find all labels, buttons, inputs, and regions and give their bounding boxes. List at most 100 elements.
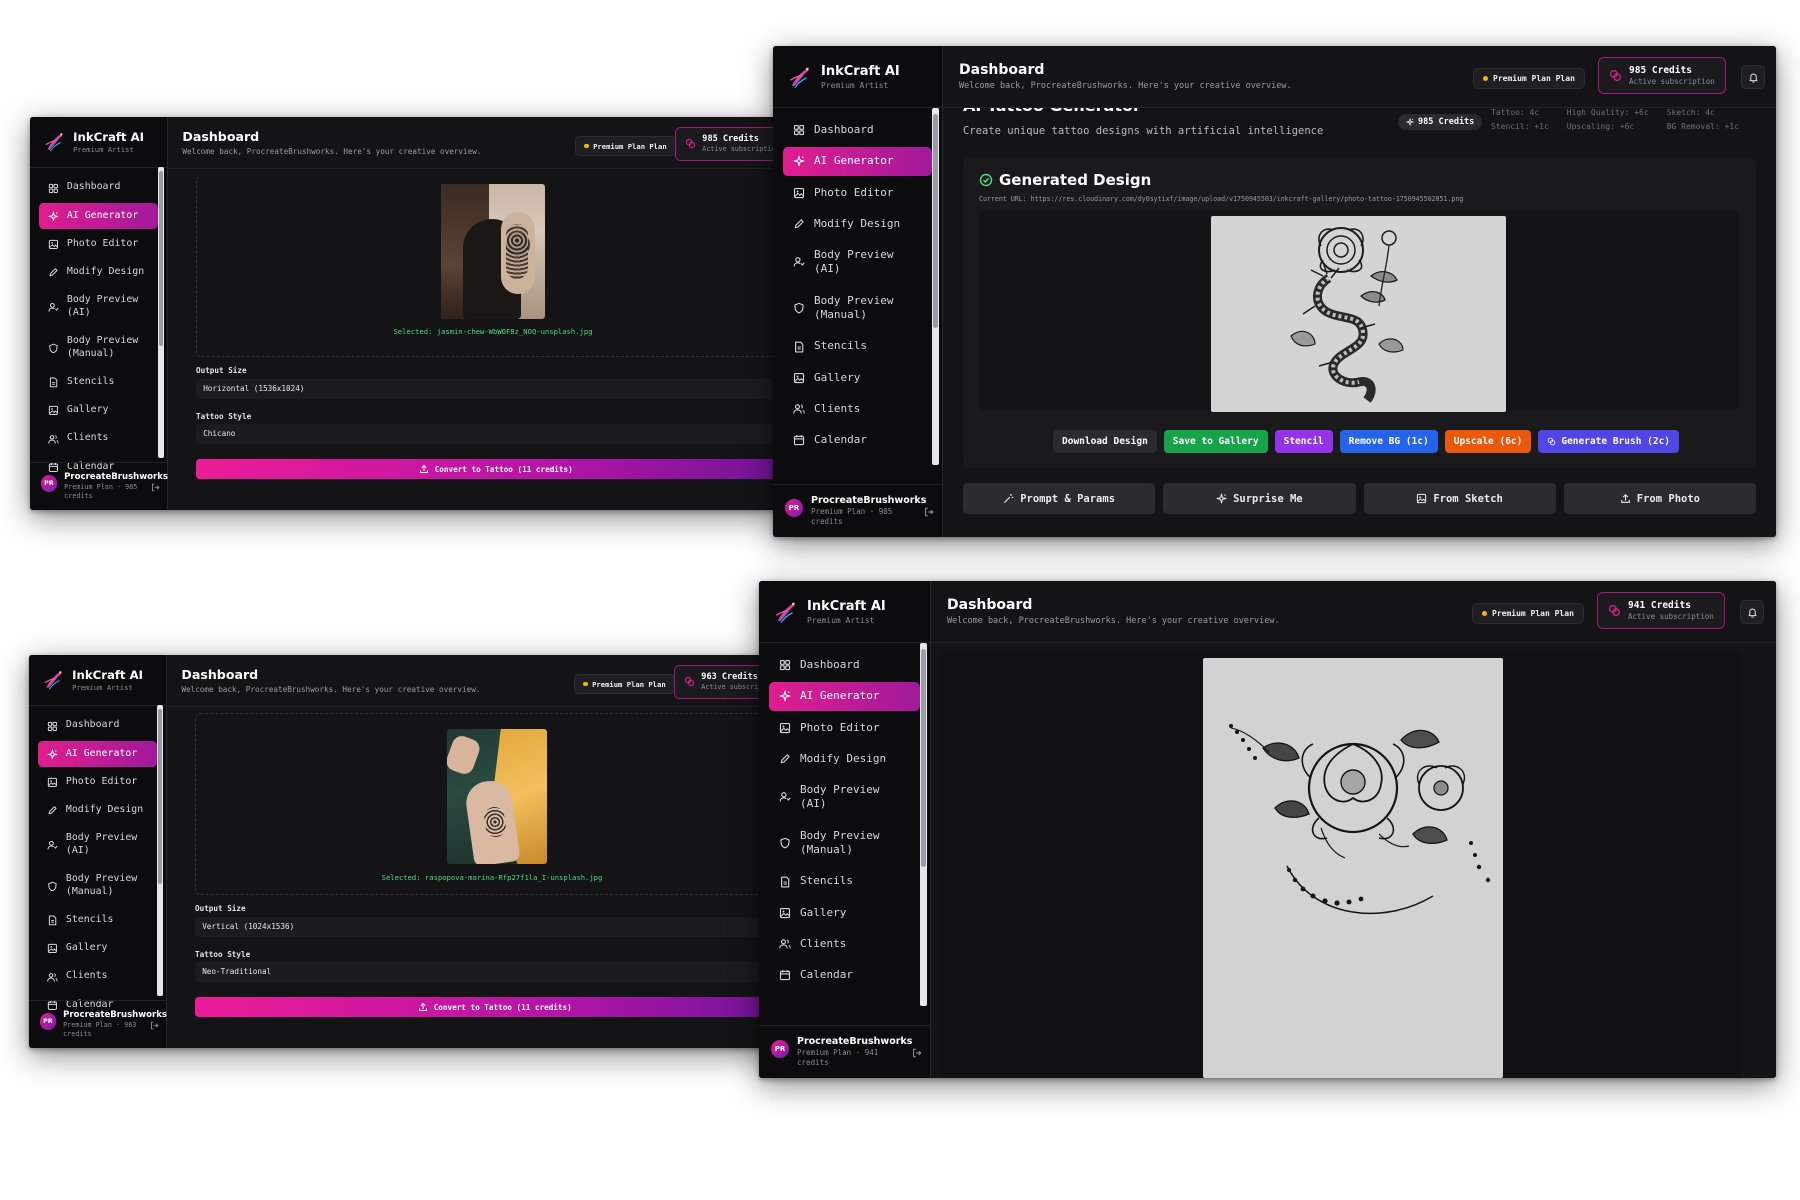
sidebar-item-calendar[interactable]: Calendar <box>769 961 920 989</box>
notifications-button[interactable] <box>1740 600 1764 624</box>
sidebar-item-clients[interactable]: Clients <box>769 930 920 958</box>
sidebar-item-ai-generator[interactable]: AI Generator <box>38 741 157 767</box>
sidebar-item-modify-design[interactable]: Modify Design <box>769 745 920 773</box>
tab-from-sketch[interactable]: From Sketch <box>1363 483 1556 514</box>
tattoo-style-select[interactable]: Neo-Traditional <box>195 962 779 982</box>
app-name: InkCraft AI <box>821 63 900 79</box>
sidebar-item-label: Gallery <box>800 905 847 919</box>
save-to-gallery-button[interactable]: Save to Gallery <box>1163 430 1268 453</box>
app-window-2: InkCraft AI Premium Artist Dashboard AI G… <box>773 46 1776 537</box>
app-name: InkCraft AI <box>72 667 143 682</box>
file-icon <box>47 915 58 926</box>
remove-bg-button[interactable]: Remove BG (1c) <box>1339 430 1438 453</box>
sidebar-item-label: Photo Editor <box>65 775 138 787</box>
sidebar-item-gallery[interactable]: Gallery <box>39 398 158 423</box>
user-check-icon <box>793 256 805 268</box>
sidebar-item-body-preview-manual[interactable]: Body Preview (Manual) <box>39 329 158 367</box>
sidebar-item-modify-design[interactable]: Modify Design <box>39 260 158 285</box>
logout-icon[interactable] <box>924 507 934 517</box>
selected-filename: Selected: raspopova-marina-Rfp27f1la_I-u… <box>381 873 603 882</box>
sidebar-item-dashboard[interactable]: Dashboard <box>38 713 157 738</box>
sidebar-item-ai-generator[interactable]: AI Generator <box>39 203 158 229</box>
sidebar-scrollbar[interactable] <box>158 167 165 458</box>
sparkle-icon <box>779 690 791 702</box>
sidebar-item-calendar[interactable]: Calendar <box>783 426 932 454</box>
user-name: ProcreateBrushworks <box>64 471 168 482</box>
sidebar-item-gallery[interactable]: Gallery <box>38 936 157 961</box>
sidebar-item-body-preview-manual[interactable]: Body Preview (Manual) <box>38 867 157 905</box>
sidebar-item-stencils[interactable]: Stencils <box>769 867 920 895</box>
sidebar-item-modify-design[interactable]: Modify Design <box>38 798 157 823</box>
upscale-button[interactable]: Upscale (6c) <box>1444 430 1532 453</box>
tab-surprise-me[interactable]: Surprise Me <box>1163 483 1356 514</box>
sidebar-item-clients[interactable]: Clients <box>39 426 158 451</box>
credits-badge[interactable]: 985 Credits Active subscription <box>675 127 780 161</box>
sidebar-item-label: Body Preview (Manual) <box>65 873 138 897</box>
logout-icon[interactable] <box>912 1048 922 1058</box>
credits-badge[interactable]: 985 Credits Active subscription <box>1598 57 1726 94</box>
stencil-button[interactable]: Stencil <box>1274 430 1333 453</box>
upload-icon <box>1620 493 1631 504</box>
logout-icon[interactable] <box>150 1021 159 1030</box>
dragon-peony-tattoo <box>1290 227 1404 403</box>
output-size-select[interactable]: Horizontal (1536x1024) <box>196 379 780 399</box>
sidebar-item-ai-generator[interactable]: AI Generator <box>783 147 932 176</box>
sidebar-item-stencils[interactable]: Stencils <box>39 370 158 395</box>
credits-badge[interactable]: 941 Credits Active subscription <box>1597 592 1725 629</box>
sidebar-scrollbar[interactable] <box>932 108 939 465</box>
wand-icon <box>1003 493 1014 504</box>
plan-badge: Premium Plan Plan <box>574 674 675 694</box>
sidebar-item-body-preview-ai[interactable]: Body Preview (AI) <box>783 241 932 284</box>
tab-prompt-params[interactable]: Prompt & Params <box>963 483 1156 514</box>
user-name: ProcreateBrushworks <box>63 1009 167 1020</box>
sidebar-scrollbar[interactable] <box>920 643 927 1006</box>
current-url: Current URL: https://res.cloudinary.com/… <box>979 195 1464 203</box>
sidebar-item-label: Body Preview (AI) <box>800 783 880 811</box>
logout-icon[interactable] <box>151 483 160 492</box>
sidebar-item-photo-editor[interactable]: Photo Editor <box>38 769 157 794</box>
notifications-button[interactable] <box>1741 65 1765 89</box>
sidebar-item-label: Stencils <box>66 376 115 388</box>
sidebar-scrollbar[interactable] <box>157 705 164 996</box>
download-design-button[interactable]: Download Design <box>1053 430 1157 453</box>
sidebar-item-label: Dashboard <box>814 123 874 136</box>
sidebar-item-dashboard[interactable]: Dashboard <box>769 651 920 679</box>
sidebar-item-gallery[interactable]: Gallery <box>783 364 932 392</box>
sidebar-item-label: Body Preview (AI) <box>65 832 138 856</box>
sidebar-item-label: Photo Editor <box>66 237 139 249</box>
sidebar-item-dashboard[interactable]: Dashboard <box>783 116 932 144</box>
sidebar-item-photo-editor[interactable]: Photo Editor <box>783 179 932 207</box>
sidebar-item-body-preview-ai[interactable]: Body Preview (AI) <box>39 288 158 326</box>
sidebar-item-gallery[interactable]: Gallery <box>769 899 920 927</box>
image-icon <box>793 372 805 384</box>
sidebar-item-body-preview-ai[interactable]: Body Preview (AI) <box>38 826 157 864</box>
sidebar-item-label: AI Generator <box>814 154 894 168</box>
sidebar-item-modify-design[interactable]: Modify Design <box>783 210 932 238</box>
check-circle-icon <box>979 173 993 187</box>
sidebar-item-label: Body Preview (Manual) <box>800 828 880 857</box>
sidebar-item-body-preview-ai[interactable]: Body Preview (AI) <box>769 776 920 819</box>
sidebar-item-clients[interactable]: Clients <box>783 395 932 423</box>
convert-to-tattoo-button[interactable]: Convert to Tattoo (11 credits) <box>195 997 779 1017</box>
generated-design-card: Generated Design Current URL: https://re… <box>963 157 1756 468</box>
sidebar: InkCraft AI Premium Artist Dashboard AI G… <box>29 655 167 1048</box>
user-panel: PR ProcreateBrushworks Premium Plan · 98… <box>30 461 168 510</box>
sidebar-item-stencils[interactable]: Stencils <box>38 908 157 933</box>
sidebar-item-clients[interactable]: Clients <box>38 964 157 989</box>
uploaded-photo <box>447 729 547 864</box>
sidebar-item-dashboard[interactable]: Dashboard <box>39 175 158 200</box>
sidebar-item-photo-editor[interactable]: Photo Editor <box>39 231 158 256</box>
generate-brush-button[interactable]: Generate Brush (2c) <box>1538 430 1680 453</box>
sidebar-item-body-preview-manual[interactable]: Body Preview (Manual) <box>769 822 920 865</box>
sidebar-item-ai-generator[interactable]: AI Generator <box>769 682 920 711</box>
sidebar-item-photo-editor[interactable]: Photo Editor <box>769 714 920 742</box>
tattoo-style-select[interactable]: Chicano <box>196 424 780 444</box>
tab-from-photo[interactable]: From Photo <box>1563 483 1756 514</box>
output-size-select[interactable]: Vertical (1024x1536) <box>195 917 779 937</box>
sidebar-item-label: Dashboard <box>800 658 860 671</box>
sidebar-item-body-preview-manual[interactable]: Body Preview (Manual) <box>783 287 932 330</box>
sidebar-nav: Dashboard AI Generator Photo Editor Modi… <box>29 706 166 1018</box>
sidebar-item-label: Body Preview (AI) <box>814 248 894 276</box>
convert-to-tattoo-button[interactable]: Convert to Tattoo (11 credits) <box>196 459 780 479</box>
sidebar-item-stencils[interactable]: Stencils <box>783 332 932 360</box>
